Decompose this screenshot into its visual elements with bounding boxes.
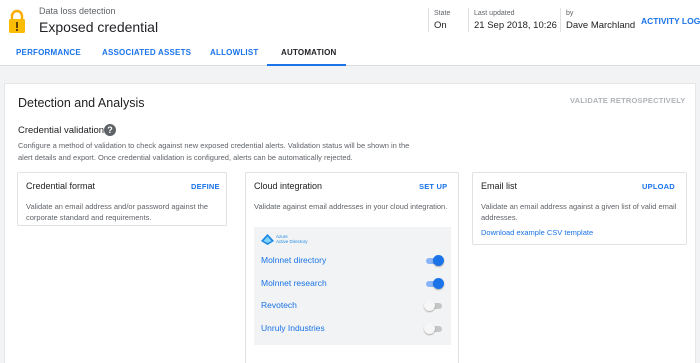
state-label: State [434,10,451,17]
list-item: Molnnet directory [261,254,444,268]
cloud-integration-card: Cloud integration SET UP Validate agains… [245,172,459,363]
cloud-directory-list: Azure Active Directory Molnnet directory… [254,227,451,345]
active-tab-indicator [267,64,346,66]
define-button[interactable]: DEFINE [191,182,220,191]
org-name[interactable]: Molnnet directory [261,255,326,265]
tab-allowlist[interactable]: ALLOWLIST [210,48,258,57]
azure-active-directory-icon [261,234,274,245]
help-icon[interactable]: ? [104,124,116,136]
divider [560,8,561,32]
by-value: Dave Marchland [566,20,636,31]
divider [468,8,469,32]
upload-button[interactable]: UPLOAD [642,182,675,191]
detection-panel: Detection and Analysis VALIDATE RETROSPE… [4,83,696,363]
updated-value: 21 Sep 2018, 10:26 [474,20,557,31]
tab-performance[interactable]: PERFORMANCE [16,48,81,57]
activity-log-button[interactable]: ACTIVITY LOG [641,16,700,26]
section-title: Detection and Analysis [18,96,145,110]
card-title: Credential format [26,181,96,191]
credential-format-card: Credential format DEFINE Validate an ema… [17,172,227,226]
page-header: Data loss detection Exposed credential S… [0,0,700,66]
lock-alert-icon [9,9,25,33]
download-csv-template-link[interactable]: Download example CSV template [481,228,593,237]
org-name[interactable]: Unruly Industries [261,323,325,333]
credential-validation-label: Credential validation [18,125,105,136]
tab-associated-assets[interactable]: ASSOCIATED ASSETS [102,48,191,57]
updated-label: Last updated [474,10,515,17]
by-label: by [566,10,574,17]
breadcrumb: Data loss detection [39,6,116,16]
tab-bar: PERFORMANCE ASSOCIATED ASSETS ALLOWLIST … [0,44,700,66]
card-description: Validate an email address and/or passwor… [26,202,209,222]
org-name[interactable]: Revotech [261,300,297,310]
state-value: On [434,20,447,31]
page-title: Exposed credential [39,19,159,35]
card-description: Validate against email addresses in your… [254,202,448,211]
card-description: Validate an email address against a give… [481,202,677,222]
list-item: Revotech [261,299,444,313]
section-description: Configure a method of validation to chec… [18,141,410,162]
by-meta: by Dave Marchland [566,10,635,31]
provider-label: Azure Active Directory [276,234,308,244]
org-name[interactable]: Molnnet research [261,278,327,288]
email-list-card: Email list UPLOAD Validate an email addr… [472,172,687,245]
org-toggle[interactable] [424,300,444,311]
list-item: Unruly Industries [261,322,444,336]
divider [428,8,429,32]
list-item: Molnnet research [261,277,444,291]
org-toggle[interactable] [424,255,444,266]
tab-automation[interactable]: AUTOMATION [281,48,336,57]
updated-meta: Last updated 21 Sep 2018, 10:26 [474,10,557,31]
state-meta: State On [434,10,450,31]
card-title: Email list [481,181,518,191]
card-title: Cloud integration [254,181,323,191]
set-up-button[interactable]: SET UP [419,182,447,191]
org-toggle[interactable] [424,323,444,334]
org-toggle[interactable] [424,278,444,289]
validate-retrospectively-button[interactable]: VALIDATE RETROSPECTIVELY [570,96,686,105]
